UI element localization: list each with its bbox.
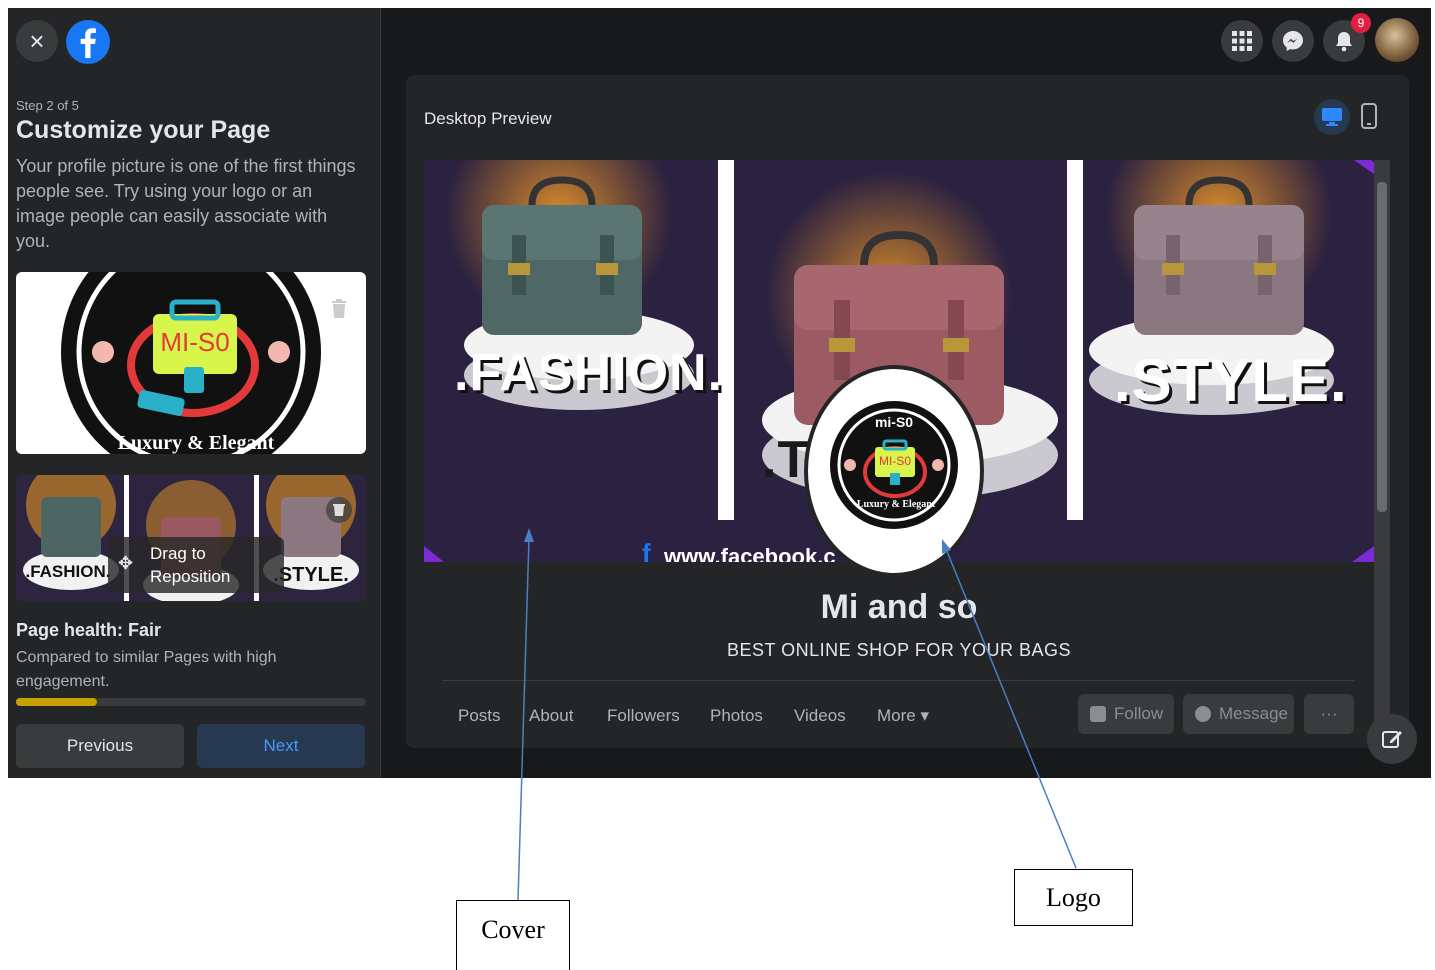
annotation-arrows xyxy=(517,528,1077,901)
cover-arrow-line xyxy=(517,537,530,901)
cover-arrow-head xyxy=(524,528,534,542)
logo-annotation-label: Logo xyxy=(1014,869,1133,926)
logo-arrow-head xyxy=(942,539,951,554)
cover-annotation-label: Cover xyxy=(456,900,570,970)
logo-arrow-line xyxy=(945,548,1077,869)
